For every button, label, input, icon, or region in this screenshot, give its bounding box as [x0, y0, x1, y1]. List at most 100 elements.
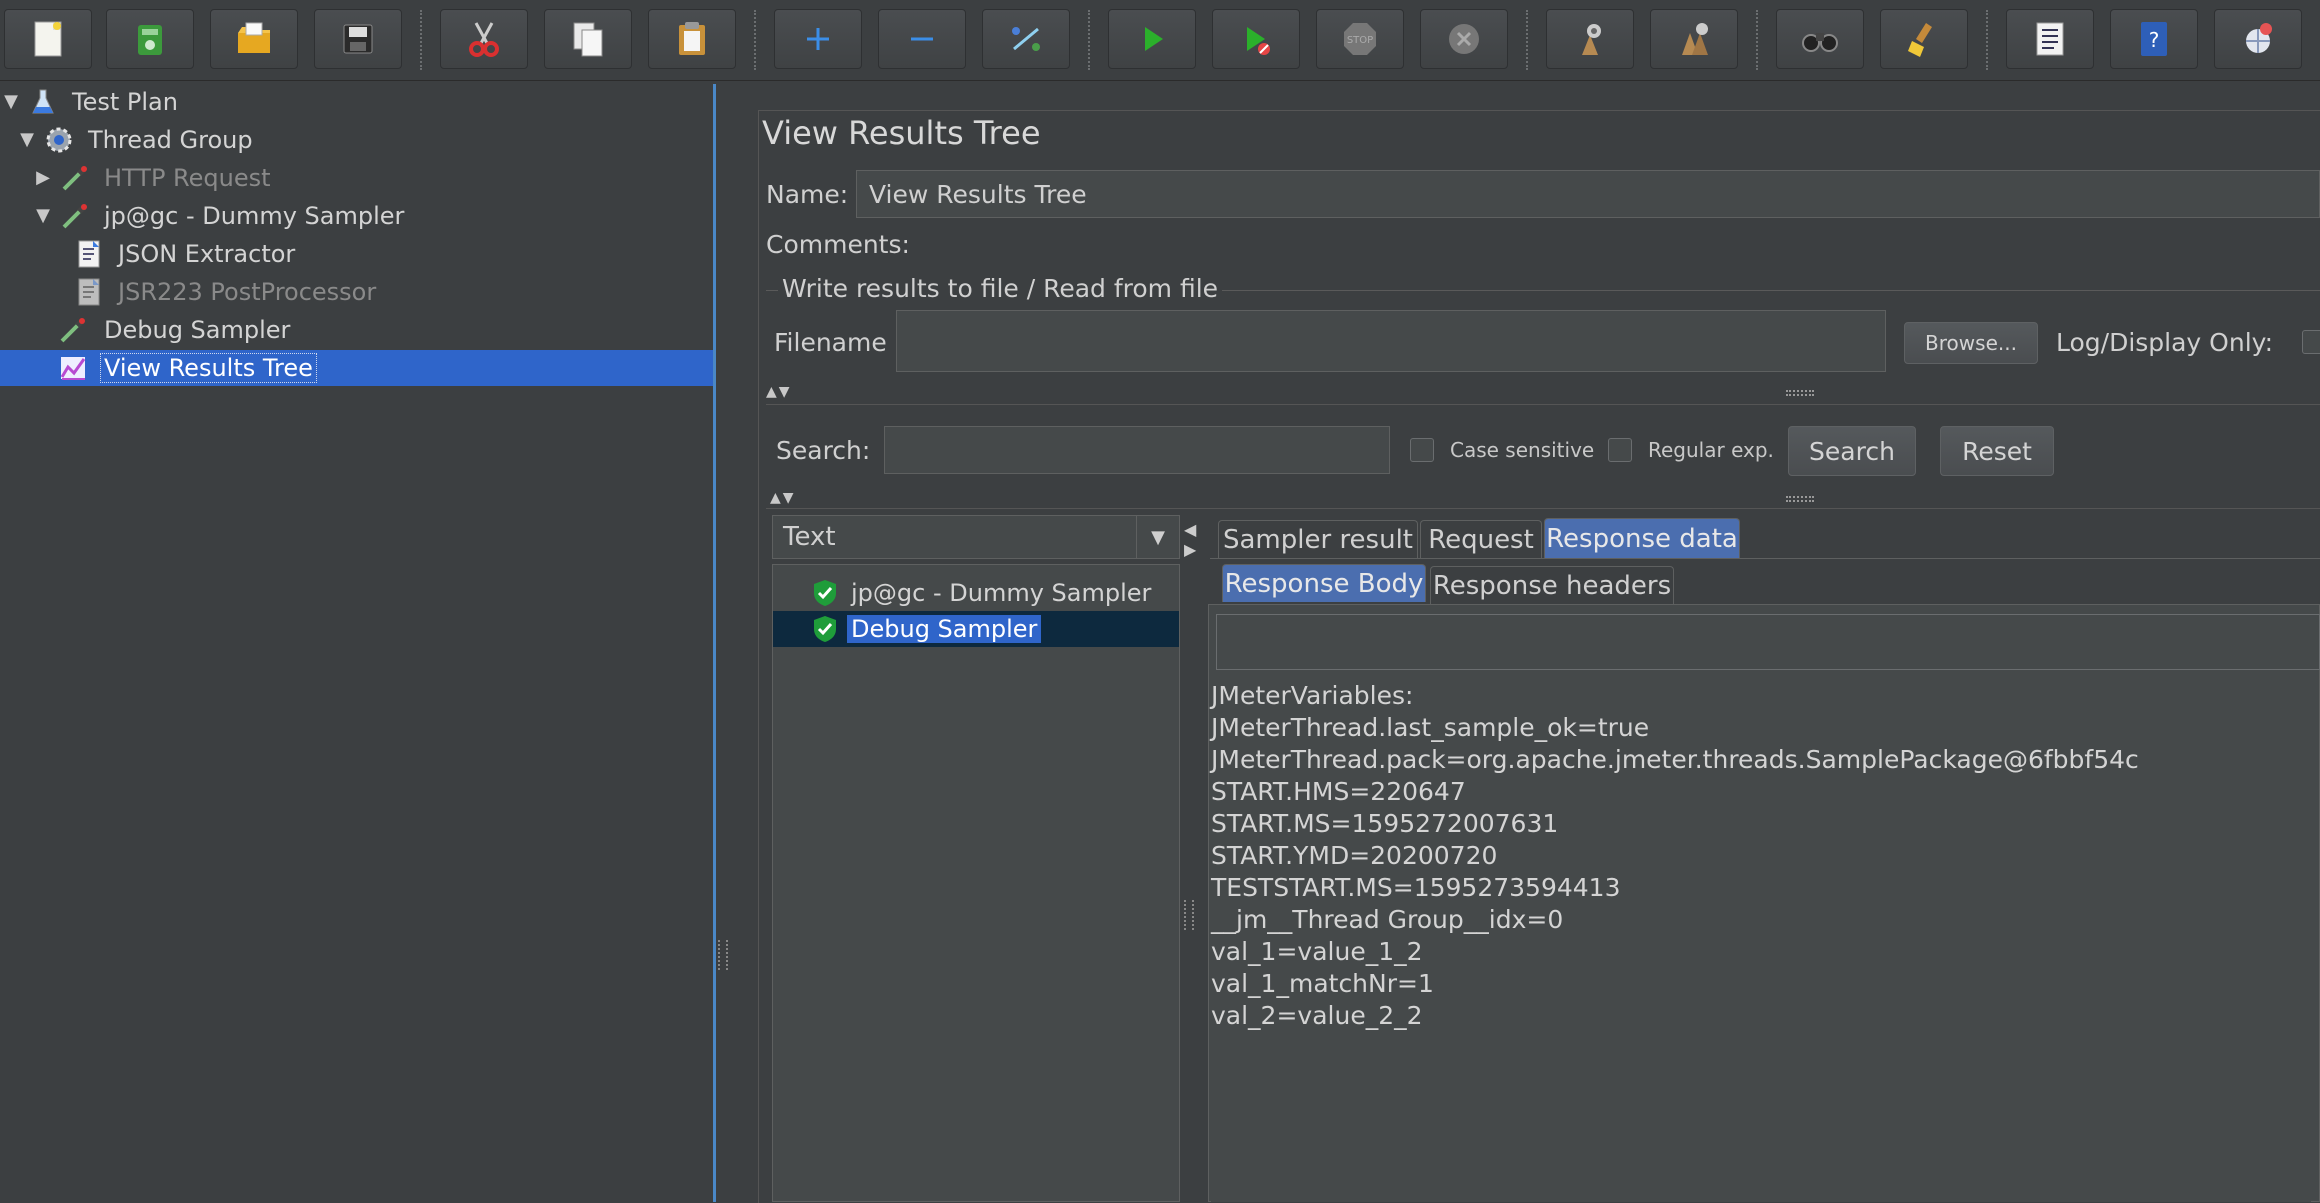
- tree-item-test-plan[interactable]: ▼ Test Plan: [0, 84, 713, 120]
- tree-item-debug-sampler[interactable]: Debug Sampler: [0, 312, 713, 348]
- new-button[interactable]: [4, 9, 92, 69]
- results-list-label: jp@gc - Dummy Sampler: [851, 579, 1152, 607]
- gear-icon: [46, 127, 72, 153]
- clear-button[interactable]: [1546, 9, 1634, 69]
- expand-all-button[interactable]: [774, 9, 862, 69]
- renderer-select[interactable]: Text ▼: [772, 515, 1180, 559]
- response-body-search-field[interactable]: [1216, 614, 2320, 670]
- open-button[interactable]: [210, 9, 298, 69]
- stop-button[interactable]: STOP: [1316, 9, 1404, 69]
- case-sensitive-checkbox[interactable]: [1410, 438, 1434, 462]
- response-line: val_1_matchNr=1: [1211, 969, 1434, 998]
- results-list-item[interactable]: Debug Sampler: [773, 611, 1179, 647]
- results-list-item[interactable]: jp@gc - Dummy Sampler: [773, 575, 1179, 611]
- file-section-title: Write results to file / Read from file: [778, 274, 1223, 303]
- response-line: TESTSTART.MS=1595273594413: [1211, 873, 1621, 902]
- splitter-grip[interactable]: [1786, 390, 1814, 396]
- response-line: JMeterVariables:: [1211, 681, 1414, 710]
- start-icon: [1145, 27, 1163, 51]
- collapsed-arrow-icon[interactable]: ▶: [32, 167, 54, 189]
- tree-label: JSON Extractor: [118, 240, 296, 268]
- tree-item-view-results-tree[interactable]: View Results Tree: [0, 350, 713, 386]
- templates-button[interactable]: [106, 9, 194, 69]
- pipette-icon: [62, 166, 87, 191]
- vertical-splitter-handle[interactable]: [1184, 900, 1194, 930]
- splitter-grip[interactable]: [1786, 496, 1814, 502]
- toggle-icon: [1012, 27, 1040, 51]
- tab-response-headers[interactable]: Response headers: [1430, 566, 1674, 604]
- document-icon: [78, 240, 100, 268]
- chevron-down-icon[interactable]: ▼: [1136, 516, 1179, 558]
- reset-button[interactable]: Reset: [1940, 426, 2054, 476]
- tree-item-dummy-sampler[interactable]: ▼ jp@gc - Dummy Sampler: [0, 198, 713, 234]
- results-list: jp@gc - Dummy Sampler Debug Sampler: [772, 564, 1180, 1202]
- search-button[interactable]: [1776, 9, 1864, 69]
- search-input[interactable]: [884, 426, 1390, 474]
- splitter-handle[interactable]: [718, 940, 728, 970]
- search-button[interactable]: Search: [1788, 426, 1916, 476]
- log-display-only-checkbox[interactable]: [2302, 330, 2320, 354]
- collapse-icon: [911, 37, 933, 41]
- toolbar-separator: [754, 10, 756, 70]
- tree-item-json-extractor[interactable]: JSON Extractor: [0, 236, 713, 272]
- test-plan-tree: ▼ Test Plan ▼ Thread Group ▶ HTTP Reques…: [0, 84, 713, 1202]
- save-icon: [343, 24, 373, 54]
- tree-label: jp@gc - Dummy Sampler: [104, 202, 405, 230]
- tab-sampler-result[interactable]: Sampler result: [1218, 520, 1418, 558]
- response-line: JMeterThread.pack=org.apache.jmeter.thre…: [1211, 745, 2139, 774]
- response-line: START.YMD=20200720: [1211, 841, 1498, 870]
- collapse-arrows[interactable]: ▲▼: [770, 490, 796, 506]
- section-divider: [766, 508, 2320, 509]
- response-line: START.MS=1595272007631: [1211, 809, 1559, 838]
- reset-search-button[interactable]: [1880, 9, 1968, 69]
- copy-button[interactable]: [544, 9, 632, 69]
- paste-icon: [679, 22, 705, 55]
- reset-button-label: Reset: [1962, 436, 2032, 466]
- paste-button[interactable]: [648, 9, 736, 69]
- success-shield-icon: [814, 616, 836, 642]
- toggle-button[interactable]: [982, 9, 1070, 69]
- open-icon: [238, 22, 270, 53]
- start-no-pauses-button[interactable]: [1212, 9, 1300, 69]
- tab-request[interactable]: Request: [1420, 520, 1542, 558]
- tab-response-body[interactable]: Response Body: [1222, 564, 1426, 602]
- name-field-value: View Results Tree: [869, 179, 1087, 209]
- regular-exp-checkbox[interactable]: [1608, 438, 1632, 462]
- expanded-arrow-icon[interactable]: ▼: [16, 129, 38, 151]
- tree-item-thread-group[interactable]: ▼ Thread Group: [0, 122, 713, 158]
- new-icon: [34, 21, 62, 57]
- help-button[interactable]: ?: [2110, 9, 2198, 69]
- collapse-arrows[interactable]: ▲▼: [766, 384, 792, 400]
- expand-icon: [807, 28, 829, 50]
- cut-button[interactable]: [440, 9, 528, 69]
- expanded-arrow-icon[interactable]: ▼: [32, 205, 54, 227]
- start-button[interactable]: [1108, 9, 1196, 69]
- save-button[interactable]: [314, 9, 402, 69]
- function-helper-button[interactable]: [2006, 9, 2094, 69]
- clear-all-button[interactable]: [1650, 9, 1738, 69]
- toolbar-separator: [420, 10, 422, 70]
- document-icon: [78, 278, 100, 306]
- expanded-arrow-icon[interactable]: ▼: [0, 91, 22, 113]
- results-list-label: Debug Sampler: [847, 615, 1042, 643]
- filename-input[interactable]: [896, 310, 1886, 372]
- expand-left-arrows[interactable]: ◀ ▶: [1184, 520, 1196, 560]
- name-field[interactable]: View Results Tree: [856, 170, 2320, 218]
- tab-label: Request: [1428, 524, 1534, 555]
- tree-label: HTTP Request: [104, 164, 271, 192]
- search-button-label: Search: [1809, 436, 1895, 466]
- remote-button[interactable]: [2214, 9, 2302, 69]
- shutdown-icon: [1449, 24, 1479, 54]
- collapse-all-button[interactable]: [878, 9, 966, 69]
- tree-item-jsr223-postprocessor[interactable]: JSR223 PostProcessor: [0, 274, 713, 310]
- toolbar-separator: [1526, 10, 1528, 70]
- case-sensitive-label: Case sensitive: [1450, 438, 1595, 462]
- log-display-only-label: Log/Display Only:: [2056, 328, 2274, 357]
- remote-icon: [2246, 23, 2272, 53]
- tab-response-data[interactable]: Response data: [1544, 518, 1740, 558]
- tree-item-http-request[interactable]: ▶ HTTP Request: [0, 160, 713, 196]
- search-icon: [1802, 33, 1838, 52]
- browse-button[interactable]: Browse...: [1904, 322, 2038, 364]
- shutdown-button[interactable]: [1420, 9, 1508, 69]
- response-body-text[interactable]: JMeterVariables: JMeterThread.last_sampl…: [1211, 680, 2311, 1202]
